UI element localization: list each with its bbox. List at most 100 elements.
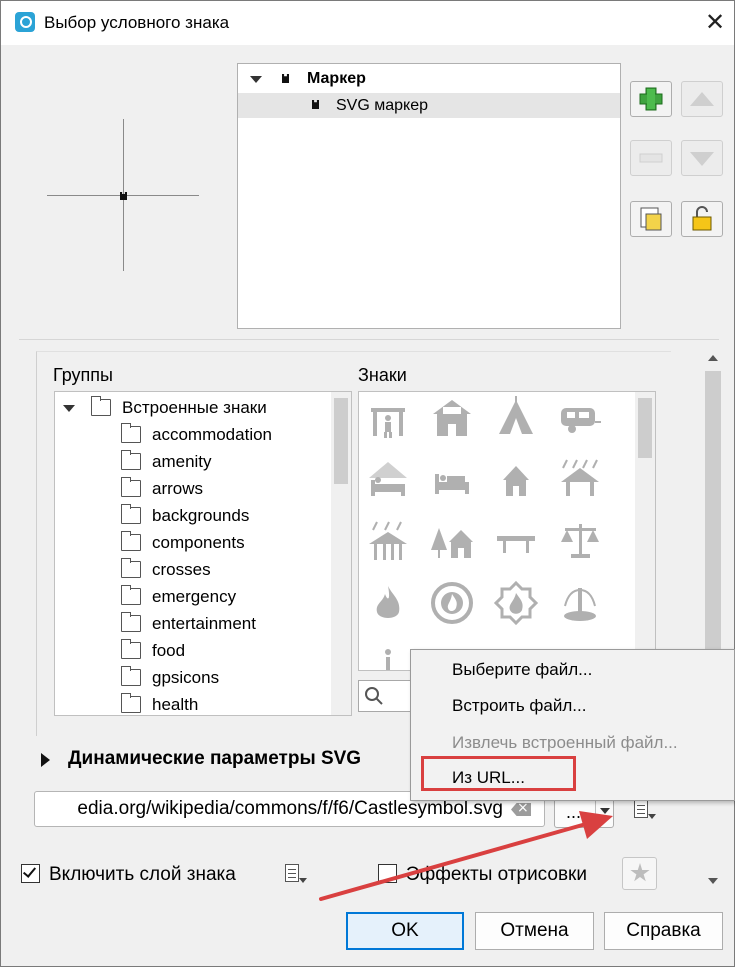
folder-icon (121, 423, 141, 443)
dialog-scrollbar[interactable] (702, 347, 724, 892)
dynamic-svg-parameters-title[interactable]: Динамические параметры SVG (68, 748, 361, 770)
tree-item-label: entertainment (152, 614, 256, 633)
data-defined-override-icon[interactable] (631, 798, 657, 822)
cancel-button[interactable]: Отмена (475, 912, 594, 950)
duplicate-icon (640, 207, 662, 231)
scroll-down-icon[interactable] (708, 878, 718, 884)
shelter-rain-icon[interactable] (557, 456, 603, 502)
fire-icon[interactable] (365, 580, 411, 626)
scrollbar-thumb[interactable] (334, 398, 348, 484)
tree-item-label: backgrounds (152, 506, 250, 525)
expand-arrow-icon[interactable] (63, 405, 75, 412)
folder-icon (121, 693, 141, 713)
remove-layer-button[interactable] (630, 140, 672, 176)
help-button[interactable]: Справка (604, 912, 723, 950)
hotel-icon[interactable] (429, 394, 475, 440)
tree-item-components[interactable]: components (55, 529, 330, 556)
tree-item-arrows[interactable]: arrows (55, 475, 330, 502)
tree-item-amenity[interactable]: amenity (55, 448, 330, 475)
marks-title: Знаки (358, 365, 407, 385)
bed-icon[interactable] (429, 456, 475, 502)
ok-button[interactable]: OK (346, 912, 464, 950)
groups-scrollbar[interactable] (331, 392, 351, 715)
hiking-icon[interactable] (365, 394, 411, 440)
tree-item-label: accommodation (152, 425, 273, 444)
close-button[interactable]: ✕ (702, 9, 728, 35)
tree-item-label: components (152, 533, 245, 552)
layer-row-marker[interactable]: Маркер (238, 67, 620, 92)
enable-layer-checkbox[interactable] (21, 864, 40, 883)
tree-item-accommodation[interactable]: accommodation (55, 421, 330, 448)
scrollbar-thumb[interactable] (705, 371, 721, 671)
scales-icon[interactable] (557, 518, 603, 564)
menu-item-extract-embedded: Извлечь встроенный файл... (452, 733, 678, 752)
expand-arrow-icon[interactable] (250, 76, 262, 83)
symbol-preview (47, 119, 199, 271)
collapse-arrow-icon[interactable] (41, 753, 50, 767)
star-icon (630, 863, 650, 882)
groups-tree[interactable]: Встроенные знаки accommodation amenity arr… (54, 391, 352, 716)
tree-item-crosses[interactable]: crosses (55, 556, 330, 583)
add-layer-button[interactable] (630, 81, 672, 117)
tree-item-label: amenity (152, 452, 212, 471)
house-icon[interactable] (493, 456, 539, 502)
symbol-search-input[interactable] (358, 680, 418, 712)
menu-item-embed-file[interactable]: Встроить файл... (452, 696, 586, 716)
tree-item-label: crosses (152, 560, 211, 579)
fountain-icon[interactable] (557, 580, 603, 626)
rain-shelter-icon[interactable] (365, 518, 411, 564)
scroll-up-icon[interactable] (708, 355, 718, 361)
data-defined-override-icon[interactable] (282, 862, 308, 886)
lock-layer-button[interactable] (681, 201, 723, 237)
window-title: Выбор условного знака (44, 13, 230, 32)
enable-layer-label[interactable]: Включить слой знака (49, 864, 236, 886)
tree-item-label: food (152, 641, 186, 660)
fire-station-icon[interactable] (429, 580, 475, 626)
minus-icon (639, 153, 663, 163)
move-down-button[interactable] (681, 140, 723, 176)
tree-item-label: health (152, 695, 199, 714)
symbol-grid[interactable] (358, 391, 656, 671)
folder-icon (121, 639, 141, 659)
browse-button-label: ... (566, 802, 582, 822)
clear-field-icon[interactable] (511, 803, 531, 816)
castle-marker-icon (282, 74, 289, 83)
draw-effects-checkbox[interactable] (378, 864, 397, 883)
layer-label-marker: Маркер (307, 70, 366, 87)
fire-brigade-icon[interactable] (493, 580, 539, 626)
symbols-scrollbar[interactable] (635, 392, 655, 670)
move-up-button[interactable] (681, 81, 723, 117)
layer-label-svg-marker: SVG маркер (336, 97, 429, 114)
scrollbar-thumb[interactable] (638, 398, 652, 458)
draw-effects-label[interactable]: Эффекты отрисовки (406, 864, 587, 886)
dropdown-arrow-icon[interactable] (600, 808, 610, 814)
tree-item-food[interactable]: food (55, 637, 330, 664)
menu-item-select-file[interactable]: Выберите файл... (452, 660, 592, 680)
qgis-app-icon (15, 12, 35, 32)
svg-path-value: edia.org/wikipedia/commons/f/f6/Castlesy… (77, 798, 503, 819)
tree-item-gpsicons[interactable]: gpsicons (55, 664, 330, 691)
search-icon (365, 687, 383, 705)
plus-icon (639, 87, 663, 111)
arrow-up-icon (690, 92, 714, 106)
caravan-icon[interactable] (557, 394, 603, 440)
tree-item-emergency[interactable]: emergency (55, 583, 330, 610)
info-icon[interactable] (365, 642, 411, 670)
layer-row-svg-marker[interactable]: SVG маркер (238, 93, 620, 118)
tree-item-health[interactable]: health (55, 691, 330, 715)
arrow-down-icon (690, 152, 714, 166)
tree-item-label: arrows (152, 479, 204, 498)
checkmark-icon (22, 864, 37, 878)
tree-item-entertainment[interactable]: entertainment (55, 610, 330, 637)
tree-item-backgrounds[interactable]: backgrounds (55, 502, 330, 529)
bench-icon[interactable] (493, 518, 539, 564)
cabin-trees-icon[interactable] (429, 518, 475, 564)
title-bar: Выбор условного знака ✕ (1, 1, 734, 45)
house-bed-icon[interactable] (365, 456, 411, 502)
camping-tent-icon[interactable] (493, 394, 539, 440)
symbol-layer-tree[interactable]: Маркер SVG маркер (237, 63, 621, 329)
duplicate-layer-button[interactable] (630, 201, 672, 237)
folder-icon (121, 450, 141, 470)
draw-effects-button[interactable] (622, 857, 657, 890)
tree-item-builtin[interactable]: Встроенные знаки (55, 394, 330, 421)
